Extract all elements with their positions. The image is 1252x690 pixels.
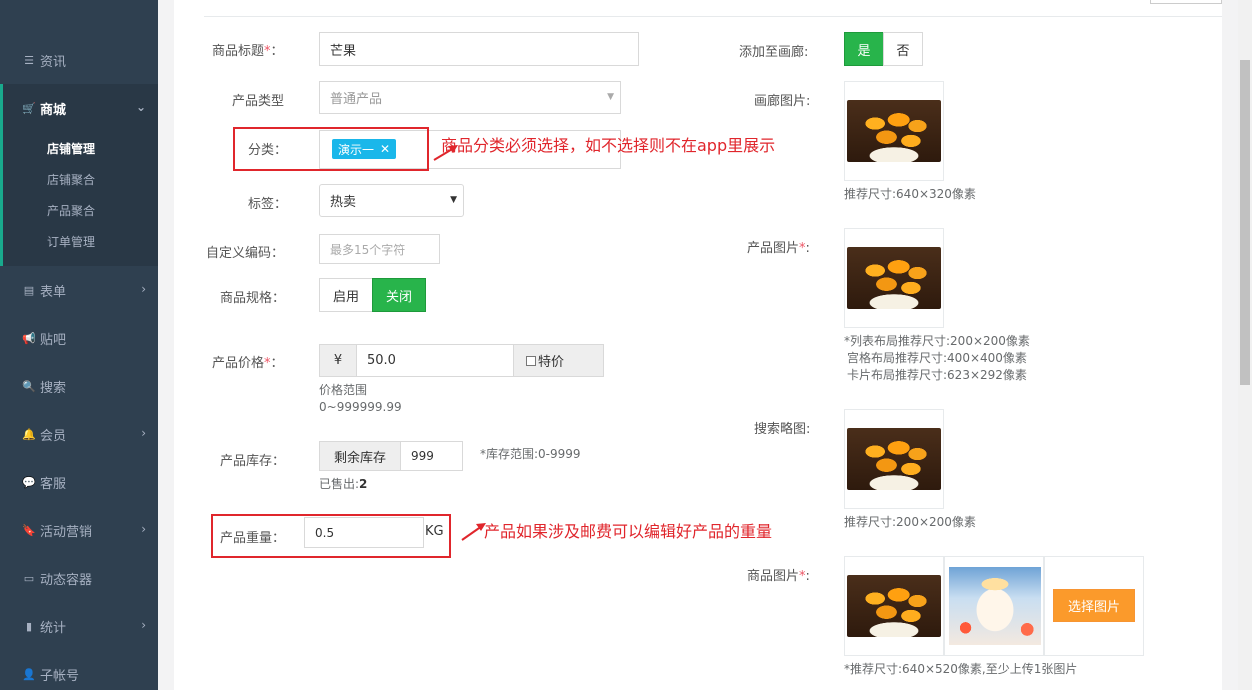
price-range-title: 价格范围 <box>319 383 368 397</box>
weight-annotation: 产品如果涉及邮费可以编辑好产品的重量 <box>484 522 773 541</box>
gallery-yes-button[interactable]: 是 <box>844 32 884 66</box>
product-hint-list: *列表布局推荐尺寸:200×200像素 <box>844 334 1030 348</box>
chevron-right-icon: › <box>141 282 146 296</box>
gallery-hint: 推荐尺寸:640×320像素 <box>844 187 976 201</box>
choose-image-button[interactable]: 选择图片 <box>1053 589 1135 622</box>
cart-icon: 🛒 <box>22 101 36 115</box>
code-label: 自定义编码： <box>206 246 285 261</box>
currency-addon: ¥ <box>319 344 357 377</box>
stock-hint: *库存范围:0-9999 <box>480 447 581 461</box>
goods-hint: *推荐尺寸:640×520像素,至少上传1张图片 <box>844 662 1078 676</box>
divider <box>204 16 1222 17</box>
price-range: 0~999999.99 <box>319 400 402 414</box>
product-image[interactable] <box>844 228 944 328</box>
hdd-icon: ▭ <box>23 571 35 585</box>
gallery-image-label: 画廊图片: <box>754 94 811 109</box>
scrollbar-thumb[interactable] <box>1240 60 1250 385</box>
stock-input[interactable]: 999 <box>400 441 463 471</box>
top-button[interactable] <box>1150 0 1222 4</box>
search-hint: 推荐尺寸:200×200像素 <box>844 515 976 529</box>
code-input[interactable]: 最多15个字符 <box>319 234 440 264</box>
special-price-addon[interactable]: 特价 <box>513 344 604 377</box>
special-checkbox[interactable] <box>526 355 536 366</box>
product-hint-card: 卡片布局推荐尺寸:623×292像素 <box>847 368 1027 382</box>
sidebar-item-service[interactable]: 💬 客服 <box>0 458 158 506</box>
sidebar-item-search[interactable]: 🔍 搜索 <box>0 362 158 410</box>
user-icon: 👤 <box>22 667 36 681</box>
spec-disable-button[interactable]: 关闭 <box>372 278 426 312</box>
spec-enable-button[interactable]: 启用 <box>319 278 373 312</box>
form-icon: ▤ <box>23 283 35 297</box>
type-label: 产品类型 <box>232 94 285 109</box>
stock-addon: 剩余库存 <box>319 441 401 471</box>
goods-image-label: 商品图片*: <box>747 569 810 584</box>
product-hint-grid: 宫格布局推荐尺寸:400×400像素 <box>847 351 1027 365</box>
title-label: 商品标题*： <box>212 44 284 59</box>
title-input[interactable]: 芒果 <box>319 32 639 66</box>
sidebar-item-mall[interactable]: 🛒 商城 ⌄ <box>0 84 158 132</box>
highlight-box-weight <box>211 514 451 558</box>
sidebar-subitem-store-agg[interactable]: 店铺聚合 <box>47 171 95 188</box>
sidebar-submenu: 店铺管理 店铺聚合 产品聚合 订单管理 <box>0 132 158 266</box>
stock-label: 产品库存： <box>220 454 286 469</box>
gallery-label: 添加至画廊: <box>739 45 809 60</box>
product-image-label: 产品图片*: <box>747 241 810 256</box>
chevron-right-icon: › <box>141 618 146 632</box>
goods-image-2[interactable] <box>944 556 1044 656</box>
chevron-down-icon: ⌄ <box>135 100 146 114</box>
sidebar-item-news[interactable]: ☰ 资讯 <box>0 36 158 84</box>
sidebar-item-forum[interactable]: 📢 贴吧 <box>0 314 158 362</box>
chevron-right-icon: › <box>141 426 146 440</box>
list-icon: ☰ <box>24 53 34 67</box>
goods-image-1[interactable] <box>844 556 944 656</box>
sidebar-item-stats[interactable]: ▮ 统计 › <box>0 602 158 650</box>
sidebar-item-members[interactable]: 🔔 会员 › <box>0 410 158 458</box>
search-image[interactable] <box>844 409 944 509</box>
sidebar-subitem-product-agg[interactable]: 产品聚合 <box>47 202 95 219</box>
sidebar-item-forms[interactable]: ▤ 表单 › <box>0 266 158 314</box>
edit-panel: 商品标题*： 芒果 产品类型 普通产品 ▼ 分类： 演示一 ✕ 商品分类必须选择，… <box>174 0 1222 690</box>
sidebar-subitem-orders[interactable]: 订单管理 <box>47 233 95 250</box>
main-area: 商品标题*： 芒果 产品类型 普通产品 ▼ 分类： 演示一 ✕ 商品分类必须选择，… <box>158 0 1238 690</box>
sidebar-item-marketing[interactable]: 🔖 活动营销 › <box>0 506 158 554</box>
sold-count: 已售出:2 <box>319 477 368 491</box>
search-icon: 🔍 <box>22 379 36 393</box>
sidebar-item-container[interactable]: ▭ 动态容器 <box>0 554 158 602</box>
scrollbar[interactable] <box>1238 0 1252 690</box>
comment-icon: 💬 <box>22 475 36 489</box>
price-input[interactable]: 50.0 <box>356 344 514 377</box>
caret-down-icon: ▼ <box>450 195 457 205</box>
caret-down-icon: ▼ <box>607 92 614 102</box>
gallery-no-button[interactable]: 否 <box>883 32 923 66</box>
gallery-image[interactable] <box>844 81 944 181</box>
sidebar-item-subaccount[interactable]: 👤 子帐号 <box>0 650 158 690</box>
highlight-box-category <box>233 127 429 171</box>
sidebar: ☰ 资讯 🛒 商城 ⌄ 店铺管理 店铺聚合 产品聚合 订单管理 ▤ 表单 › 📢… <box>0 0 158 690</box>
sidebar-subitem-store[interactable]: 店铺管理 <box>47 140 95 157</box>
bar-chart-icon: ▮ <box>25 619 33 633</box>
search-image-label: 搜索略图: <box>754 422 811 437</box>
type-select[interactable]: 普通产品 ▼ <box>319 81 621 114</box>
chevron-right-icon: › <box>141 522 146 536</box>
category-annotation: 商品分类必须选择，如不选择则不在app里展示 <box>441 136 776 155</box>
tag-label: 标签： <box>248 197 288 212</box>
price-label: 产品价格*： <box>212 356 284 371</box>
tag-select[interactable]: 热卖 ▼ <box>319 184 464 217</box>
bookmark-icon: 🔖 <box>22 523 36 537</box>
bell-icon: 🔔 <box>22 427 36 441</box>
bullhorn-icon: 📢 <box>22 331 36 345</box>
spec-label: 商品规格： <box>220 291 286 306</box>
